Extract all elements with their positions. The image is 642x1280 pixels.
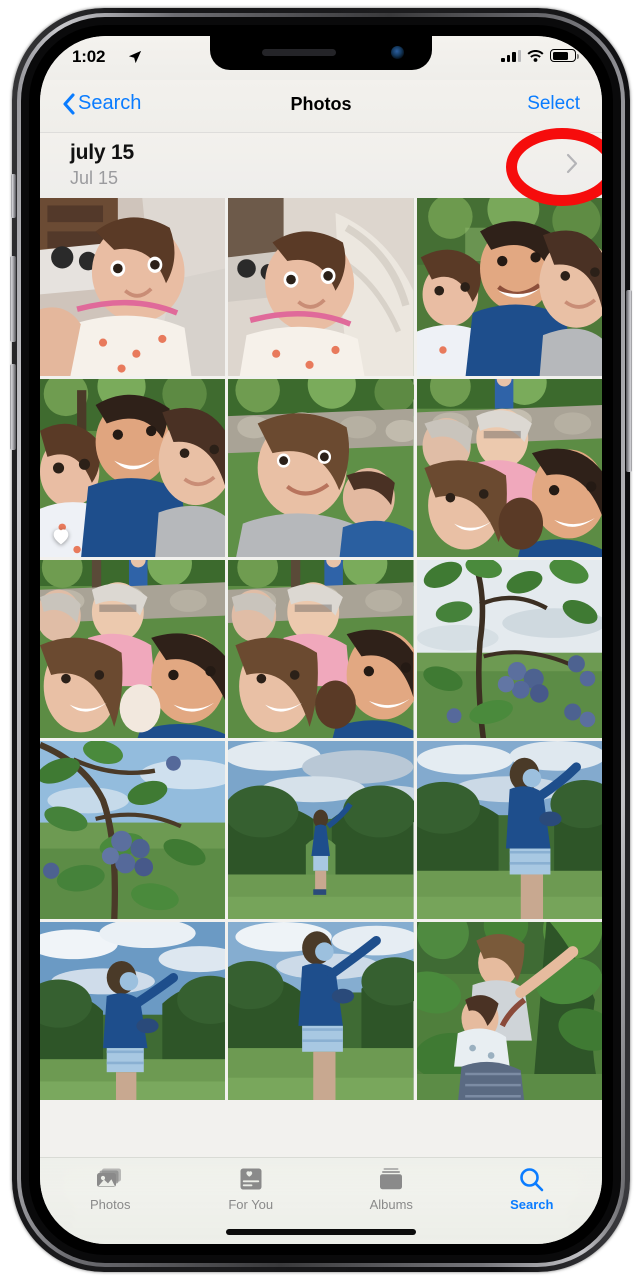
iphone-device: 1:02 Search Photos Select july 15 Jul 15…	[10, 8, 632, 1272]
photo-thumbnail[interactable]	[40, 741, 226, 919]
earpiece-speaker-icon	[262, 49, 336, 56]
photo-thumbnail[interactable]	[416, 922, 602, 1100]
page-title: Photos	[290, 94, 352, 114]
photo-thumbnail[interactable]	[40, 560, 226, 738]
tab-photos-label: Photos	[90, 1197, 131, 1212]
photo-thumbnail[interactable]	[228, 922, 414, 1100]
phone-screen: 1:02 Search Photos Select july 15 Jul 15…	[40, 36, 602, 1244]
front-camera-icon	[391, 46, 404, 59]
photo-thumbnail[interactable]	[228, 560, 414, 738]
select-button[interactable]: Select	[527, 93, 580, 115]
search-icon	[518, 1166, 546, 1192]
photo-thumbnail[interactable]	[40, 922, 226, 1100]
albums-icon	[377, 1166, 405, 1192]
photos-icon	[96, 1166, 124, 1192]
tab-for-you-label: For You	[228, 1197, 274, 1212]
photo-thumbnail[interactable]	[228, 198, 414, 376]
photo-thumbnail[interactable]	[40, 379, 226, 557]
tab-photos[interactable]: Photos	[40, 1158, 181, 1244]
home-indicator[interactable]	[226, 1229, 416, 1235]
photo-thumbnail[interactable]	[40, 198, 226, 376]
photo-thumbnail[interactable]	[228, 741, 414, 919]
photo-thumbnail[interactable]	[416, 379, 602, 557]
favorite-heart-icon	[50, 525, 72, 547]
for-you-icon	[237, 1166, 265, 1192]
photo-thumbnail[interactable]	[228, 379, 414, 557]
power-button[interactable]	[626, 290, 632, 472]
tab-search-label: Search	[510, 1197, 554, 1212]
photo-thumbnail[interactable]	[416, 560, 602, 738]
photo-thumbnail[interactable]	[416, 741, 602, 919]
date-section-header[interactable]: july 15 Jul 15	[40, 133, 602, 198]
battery-icon	[550, 49, 579, 62]
status-bar-time: 1:02	[72, 47, 106, 66]
date-header-title: july 15	[70, 141, 134, 164]
volume-up-button[interactable]	[10, 256, 16, 342]
photo-grid	[40, 198, 602, 1100]
status-bar-indicators	[501, 49, 579, 62]
tab-albums-label: Albums	[369, 1197, 413, 1212]
cellular-signal-icon	[501, 49, 521, 62]
volume-down-button[interactable]	[10, 364, 16, 450]
navigation-bar: Search Photos Select	[40, 80, 602, 133]
mute-switch-button[interactable]	[11, 174, 16, 218]
date-header-subtitle: Jul 15	[70, 168, 119, 188]
chevron-right-icon[interactable]	[566, 153, 578, 179]
photo-thumbnail[interactable]	[416, 198, 602, 376]
wifi-icon	[527, 50, 544, 62]
location-arrow-icon	[128, 50, 142, 64]
notch	[210, 36, 432, 70]
tab-search[interactable]: Search	[462, 1158, 603, 1244]
